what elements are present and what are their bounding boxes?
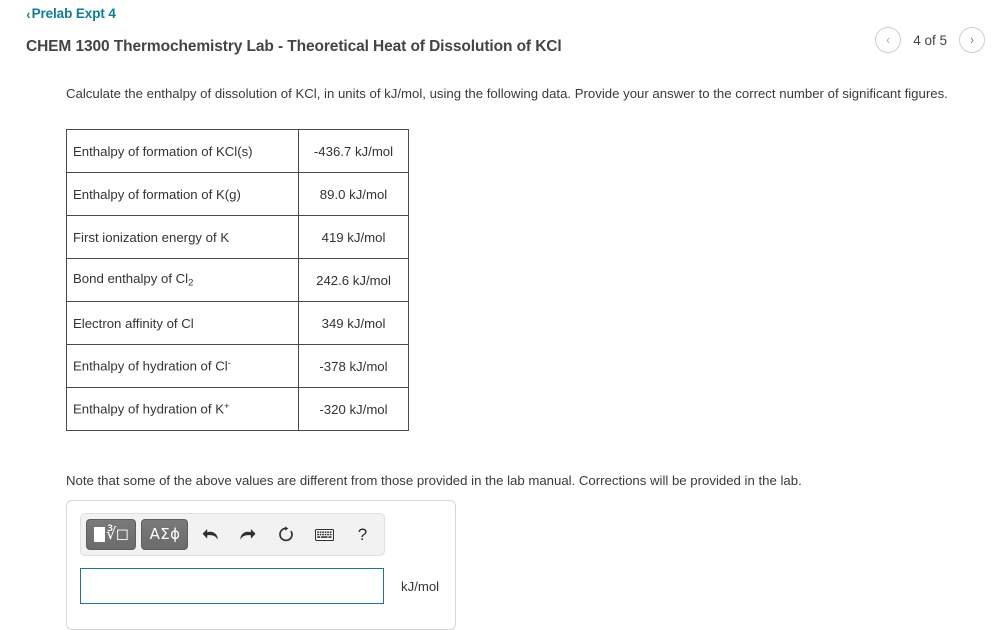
table-row: Enthalpy of formation of KCl(s) -436.7 k…: [66, 129, 409, 173]
answer-units-label: kJ/mol: [401, 578, 440, 594]
answer-row: kJ/mol: [80, 568, 439, 604]
table-cell-label: Electron affinity of Cl: [66, 301, 299, 345]
reset-icon[interactable]: [270, 520, 302, 550]
table-cell-label: Enthalpy of formation of KCl(s): [66, 129, 299, 173]
answer-panel: ∛◻ ΑΣϕ ? kJ/mol: [66, 500, 456, 630]
keyboard-icon[interactable]: [308, 520, 340, 550]
chevron-right-icon: ›: [970, 32, 974, 47]
chevron-left-icon: ‹: [886, 32, 890, 47]
undo-icon[interactable]: [194, 520, 226, 550]
question-pager: ‹ 4 of 5 ›: [875, 27, 985, 53]
table-row: Bond enthalpy of Cl2 242.6 kJ/mol: [66, 258, 409, 302]
table-row: First ionization energy of K 419 kJ/mol: [66, 215, 409, 259]
question-mark-glyph: ?: [357, 525, 368, 544]
table-cell-label: First ionization energy of K: [66, 215, 299, 259]
help-icon[interactable]: ?: [346, 520, 378, 550]
equation-editor-toolbar: ∛◻ ΑΣϕ ?: [80, 513, 385, 556]
table-row: Enthalpy of hydration of K+ -320 kJ/mol: [66, 387, 409, 431]
breadcrumb-back-label: Prelab Expt 4: [31, 6, 116, 21]
chevron-left-icon: ‹: [26, 5, 31, 22]
page-title: CHEM 1300 Thermochemistry Lab - Theoreti…: [26, 38, 562, 55]
table-row: Enthalpy of hydration of Cl- -378 kJ/mol: [66, 344, 409, 388]
table-cell-value: 419 kJ/mol: [298, 215, 409, 259]
table-cell-label: Enthalpy of hydration of Cl-: [66, 344, 299, 388]
table-cell-label-text: Enthalpy of hydration of Cl: [73, 358, 228, 374]
pager-label: 4 of 5: [913, 32, 947, 48]
answer-input[interactable]: [80, 568, 384, 604]
next-question-button[interactable]: ›: [959, 27, 985, 53]
filled-square-icon: [94, 527, 105, 542]
table-cell-value: -320 kJ/mol: [298, 387, 409, 431]
math-symbols-tab[interactable]: ∛◻: [86, 519, 137, 550]
table-cell-value: -436.7 kJ/mol: [298, 129, 409, 173]
breadcrumb-back-link[interactable]: ‹ Prelab Expt 4: [26, 6, 116, 21]
table-cell-label: Enthalpy of hydration of K+: [66, 387, 299, 431]
table-cell-value: 242.6 kJ/mol: [298, 258, 409, 302]
previous-question-button[interactable]: ‹: [875, 27, 902, 53]
table-cell-value: 349 kJ/mol: [298, 301, 409, 345]
table-cell-label: Bond enthalpy of Cl2: [66, 258, 299, 302]
table-cell-value: -378 kJ/mol: [298, 344, 409, 388]
table-cell-label: Enthalpy of formation of K(g): [66, 172, 299, 216]
superscript: -: [227, 358, 231, 370]
table-row: Enthalpy of formation of K(g) 89.0 kJ/mo…: [66, 172, 409, 216]
question-prompt: Calculate the enthalpy of dissolution of…: [66, 86, 948, 101]
greek-symbols-tab[interactable]: ΑΣϕ: [141, 519, 189, 550]
superscript: +: [224, 401, 230, 413]
table-cell-label-text: Enthalpy of hydration of K: [73, 401, 225, 417]
table-row: Electron affinity of Cl 349 kJ/mol: [66, 301, 409, 345]
greek-letters-icon: ΑΣϕ: [149, 525, 181, 543]
correction-note: Note that some of the above values are d…: [66, 473, 802, 488]
subscript: 2: [188, 277, 194, 289]
redo-icon[interactable]: [232, 520, 264, 550]
table-cell-label-text: Bond enthalpy of Cl: [73, 271, 189, 287]
nth-root-icon: ∛◻: [106, 525, 129, 543]
table-cell-value: 89.0 kJ/mol: [298, 172, 409, 216]
thermochemistry-data-table: Enthalpy of formation of KCl(s) -436.7 k…: [66, 129, 409, 431]
header-row: CHEM 1300 Thermochemistry Lab - Theoreti…: [0, 27, 1006, 68]
